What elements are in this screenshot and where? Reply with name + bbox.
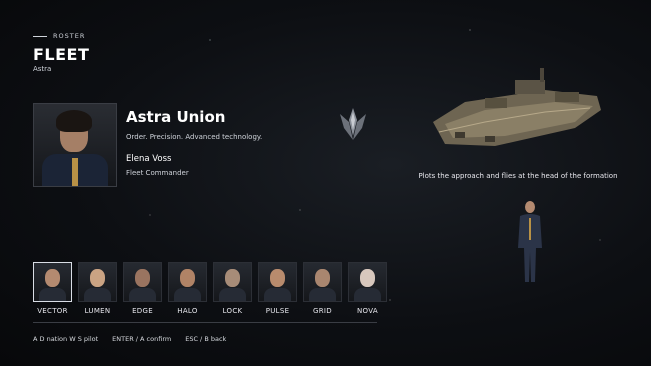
leader-name: Elena Voss bbox=[126, 154, 172, 164]
roster-tag: ROSTER bbox=[33, 32, 89, 40]
pilot-card-pulse[interactable]: PULSE bbox=[258, 262, 297, 315]
pilot-portrait bbox=[33, 262, 72, 302]
flagship-model bbox=[433, 68, 601, 146]
control-hints: A D nation W S pilot ENTER / A confirm E… bbox=[33, 335, 226, 343]
roster-tag-label: ROSTER bbox=[53, 32, 86, 40]
leader-portrait bbox=[33, 103, 117, 187]
screen-header: ROSTER FLEET Astra bbox=[33, 32, 89, 73]
page-title: FLEET bbox=[33, 45, 90, 64]
pilot-label: LUMEN bbox=[84, 307, 111, 315]
pilot-portrait bbox=[303, 262, 342, 302]
faction-name: Astra Union bbox=[126, 108, 226, 126]
pilot-portrait bbox=[123, 262, 162, 302]
page-subtitle: Astra bbox=[33, 65, 52, 73]
pilot-card-halo[interactable]: HALO bbox=[168, 262, 207, 315]
pilot-label: PULSE bbox=[265, 307, 290, 315]
faction-motto: Order. Precision. Advanced technology. bbox=[126, 133, 263, 141]
pilot-label: VECTOR bbox=[37, 307, 68, 315]
pilot-roster: VECTOR LUMEN EDGE HALO LOCK PULSE GRID N… bbox=[33, 262, 387, 315]
pilot-card-edge[interactable]: EDGE bbox=[123, 262, 162, 315]
pilot-label: NOVA bbox=[357, 307, 378, 315]
pilot-portrait bbox=[348, 262, 387, 302]
pilot-portrait bbox=[213, 262, 252, 302]
pilot-label: HALO bbox=[177, 307, 198, 315]
roster-divider bbox=[33, 322, 377, 323]
hint-back: ESC / B back bbox=[185, 335, 227, 343]
pilot-label: LOCK bbox=[222, 307, 243, 315]
pilot-card-lock[interactable]: LOCK bbox=[213, 262, 252, 315]
ship-description: Plots the approach and flies at the head… bbox=[418, 172, 618, 180]
leader-role: Fleet Commander bbox=[126, 169, 189, 177]
pilot-card-nova[interactable]: NOVA bbox=[348, 262, 387, 315]
pilot-portrait bbox=[78, 262, 117, 302]
hint-navigation: A D nation W S pilot bbox=[33, 335, 99, 343]
pilot-portrait bbox=[168, 262, 207, 302]
pilot-portrait bbox=[258, 262, 297, 302]
pilot-card-grid[interactable]: GRID bbox=[303, 262, 342, 315]
pilot-label: GRID bbox=[313, 307, 332, 315]
hint-confirm: ENTER / A confirm bbox=[112, 335, 172, 343]
pilot-label: EDGE bbox=[132, 307, 153, 315]
pilot-card-lumen[interactable]: LUMEN bbox=[78, 262, 117, 315]
faction-emblem-icon bbox=[340, 108, 366, 140]
pilot-figure bbox=[518, 201, 542, 282]
tag-divider bbox=[33, 35, 47, 37]
pilot-card-vector[interactable]: VECTOR bbox=[33, 262, 72, 315]
